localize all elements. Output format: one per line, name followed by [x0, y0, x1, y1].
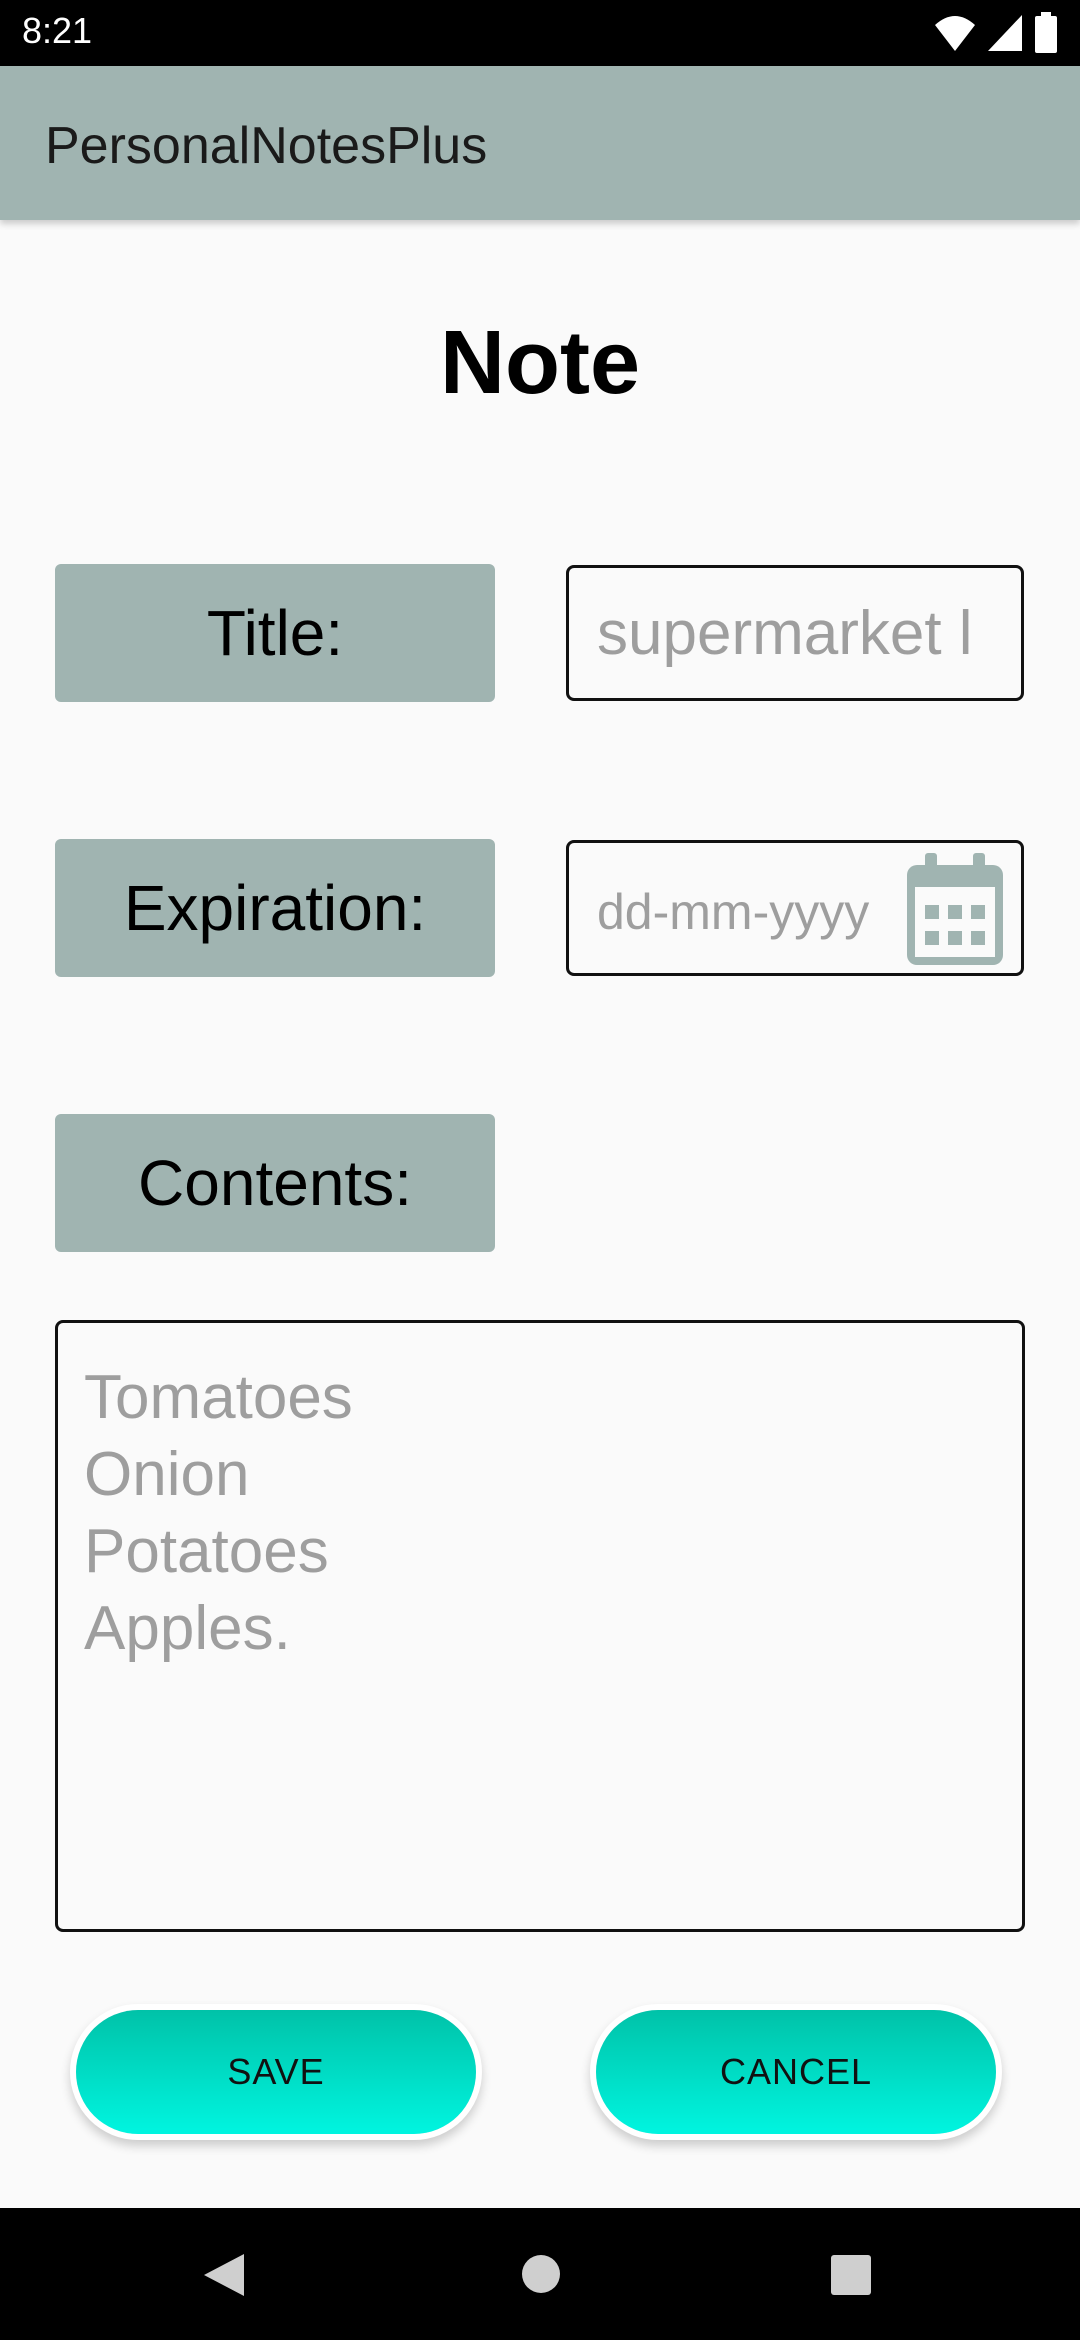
- contents-line: Tomatoes: [84, 1363, 353, 1432]
- status-time: 8:21: [22, 10, 93, 51]
- contents-line: Potatoes: [84, 1517, 329, 1586]
- signal-icon: [988, 15, 1022, 51]
- title-input[interactable]: supermarket l: [566, 565, 1024, 701]
- calendar-icon[interactable]: [903, 853, 1007, 969]
- expiration-date-field[interactable]: dd-mm-yyyy: [566, 840, 1024, 976]
- contents-text: Tomatoes Onion Potatoes Apples.: [84, 1359, 353, 1667]
- cancel-button[interactable]: CANCEL: [596, 2010, 996, 2134]
- expiration-placeholder: dd-mm-yyyy: [597, 884, 870, 940]
- expiration-label: Expiration:: [55, 839, 495, 977]
- contents-label: Contents:: [55, 1114, 495, 1252]
- recents-icon[interactable]: [830, 2254, 872, 2296]
- app-title: PersonalNotesPlus: [45, 117, 488, 175]
- contents-line: Onion: [84, 1440, 250, 1509]
- home-icon[interactable]: [520, 2253, 562, 2295]
- title-label: Title:: [55, 564, 495, 702]
- save-button[interactable]: SAVE: [76, 2010, 476, 2134]
- title-input-value: supermarket l: [597, 599, 973, 668]
- status-icons: [934, 12, 1058, 54]
- page-title: Note: [440, 313, 640, 413]
- wifi-icon: [935, 16, 975, 51]
- status-bar: 8:21: [0, 0, 1080, 66]
- contents-textarea[interactable]: Tomatoes Onion Potatoes Apples.: [55, 1320, 1025, 1932]
- battery-icon: [1035, 12, 1057, 53]
- contents-line: Apples.: [84, 1594, 291, 1663]
- app-bar: PersonalNotesPlus: [0, 66, 1080, 220]
- back-icon[interactable]: [200, 2252, 246, 2298]
- navigation-bar: [0, 2208, 1080, 2340]
